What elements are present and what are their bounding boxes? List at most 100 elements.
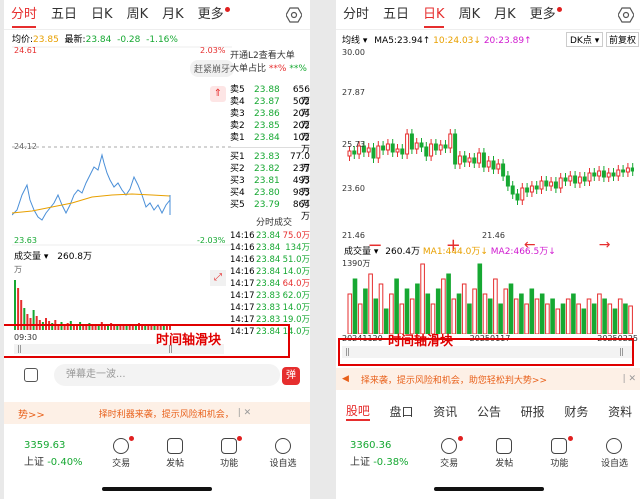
axis-bottom-price: 23.63 [14, 236, 37, 245]
candle [534, 185, 539, 190]
tab-daily-k[interactable]: 日K [84, 0, 120, 30]
tab-profile[interactable]: 资料 [608, 403, 632, 420]
l2-promo[interactable]: 开通L2查看大单 [230, 50, 310, 63]
volume-bar [602, 298, 607, 334]
trade-row: 14:17 23.83 62.0万 [230, 290, 310, 302]
danmu-button[interactable]: 弹 [282, 367, 300, 385]
row-volume: 77.0万 [289, 152, 310, 174]
trades-title: 分时成交 [256, 218, 293, 228]
next-icon[interactable]: → [599, 237, 611, 253]
adjust-button[interactable]: 前复权 [606, 32, 640, 47]
candle [529, 185, 534, 193]
grid-icon [221, 438, 238, 454]
tab-guba[interactable]: 股吧 [345, 402, 370, 421]
dk-button[interactable]: DK点 ▾ [566, 32, 604, 47]
index-ticker[interactable]: 3360.36 上证 -0.38% [336, 436, 422, 468]
row-price: 23.86 [254, 109, 280, 119]
volume-label[interactable]: 成交量 [14, 252, 41, 262]
row-price: 23.83 [254, 152, 280, 162]
trade-time: 14:16 [230, 267, 255, 277]
volume-bar [560, 303, 566, 334]
row-price: 23.82 [254, 164, 280, 174]
candle [606, 172, 611, 178]
tab-finance[interactable]: 财务 [564, 403, 588, 420]
volume-bar [545, 303, 550, 334]
candle [539, 180, 544, 190]
promo-banner[interactable]: 势>> 择时利器来袭，提示风险和机会， | ✕ [4, 402, 310, 424]
tab-more[interactable]: 更多 [191, 0, 231, 30]
candle [429, 143, 434, 157]
nav-function[interactable]: 功能 [532, 436, 587, 469]
row-volume: 202万 [292, 121, 310, 143]
tab-five-day[interactable]: 五日 [376, 0, 416, 30]
promo-banner[interactable]: ◀ 择来袭，提示风险和机会，助您轻松判大势>> | ✕ [336, 368, 640, 390]
candle [366, 147, 371, 153]
tab-announcements[interactable]: 公告 [477, 403, 501, 420]
volume-bar [477, 263, 483, 334]
trade-row: 14:16 23.84 14.0万 [230, 266, 310, 278]
index-ticker[interactable]: 3359.63 上证 -0.40% [4, 436, 94, 468]
candle [472, 157, 477, 164]
order-book-row: 买1 23.83 77.0万 [230, 151, 310, 174]
candle [505, 175, 510, 187]
tab-pankou[interactable]: 盘口 [390, 403, 414, 420]
trade-price: 23.83 [256, 303, 281, 313]
nav-function[interactable]: 功能 [202, 436, 256, 469]
candle [400, 148, 405, 155]
candle [376, 145, 381, 159]
candle [477, 152, 482, 164]
comment-input[interactable]: 弹幕走一波... [54, 364, 280, 386]
tab-monthly-k[interactable]: 月K [487, 0, 523, 30]
volume-bar [576, 303, 581, 334]
volume-bar [534, 298, 540, 334]
ma5-value: MA5:23.94↑ [374, 36, 431, 46]
candle [582, 176, 587, 182]
nav-trade[interactable]: 交易 [94, 436, 148, 469]
nav-post[interactable]: 发帖 [477, 436, 532, 469]
close-icon[interactable]: | ✕ [238, 408, 251, 418]
candle [462, 155, 467, 163]
trade-time: 14:17 [230, 303, 255, 313]
close-icon[interactable]: | ✕ [623, 374, 636, 384]
tab-research[interactable]: 研报 [521, 403, 545, 420]
tab-intraday[interactable]: 分时 [336, 0, 376, 30]
volume-bar [451, 298, 457, 334]
volume-bar [498, 303, 503, 334]
tab-five-day[interactable]: 五日 [44, 0, 84, 30]
tab-monthly-k[interactable]: 月K [155, 0, 191, 30]
expand-up-icon[interactable]: ⇑ [210, 86, 226, 102]
volume-bar [508, 283, 514, 334]
chase-tag[interactable]: 赶紧崩牙 [190, 60, 235, 77]
volume-label[interactable]: 成交量 [344, 247, 371, 257]
dk-label: DK点 [570, 36, 592, 46]
gear-icon[interactable] [618, 7, 634, 23]
volume-bar [389, 293, 394, 334]
row-price: 23.79 [254, 200, 280, 210]
volume-bar [409, 298, 415, 334]
candle [433, 143, 438, 151]
candle [414, 142, 419, 150]
tab-weekly-k[interactable]: 周K [452, 0, 488, 30]
list-icon[interactable] [24, 368, 38, 382]
nav-watchlist[interactable]: 设自选 [587, 436, 640, 469]
candle [496, 163, 501, 170]
nav-post[interactable]: 发帖 [148, 436, 202, 469]
tab-more[interactable]: 更多 [523, 0, 563, 30]
volume-bar [14, 280, 16, 330]
candle [409, 133, 414, 150]
trade-price: 23.84 [256, 231, 281, 241]
row-price: 23.88 [254, 85, 280, 95]
candle [616, 169, 621, 177]
volume-bar [607, 303, 613, 334]
tab-news[interactable]: 资讯 [433, 403, 457, 420]
nav-watchlist[interactable]: 设自选 [256, 436, 310, 469]
ma-label[interactable]: 均线 [342, 36, 360, 46]
tab-daily-k[interactable]: 日K [416, 0, 452, 30]
volume-bar [519, 293, 524, 334]
nav-trade[interactable]: 交易 [422, 436, 477, 469]
trade-volume: 75.0万 [282, 231, 310, 241]
gear-icon[interactable] [286, 7, 302, 23]
tab-intraday[interactable]: 分时 [4, 0, 44, 30]
kline-chart[interactable] [340, 46, 634, 238]
tab-weekly-k[interactable]: 周K [120, 0, 156, 30]
